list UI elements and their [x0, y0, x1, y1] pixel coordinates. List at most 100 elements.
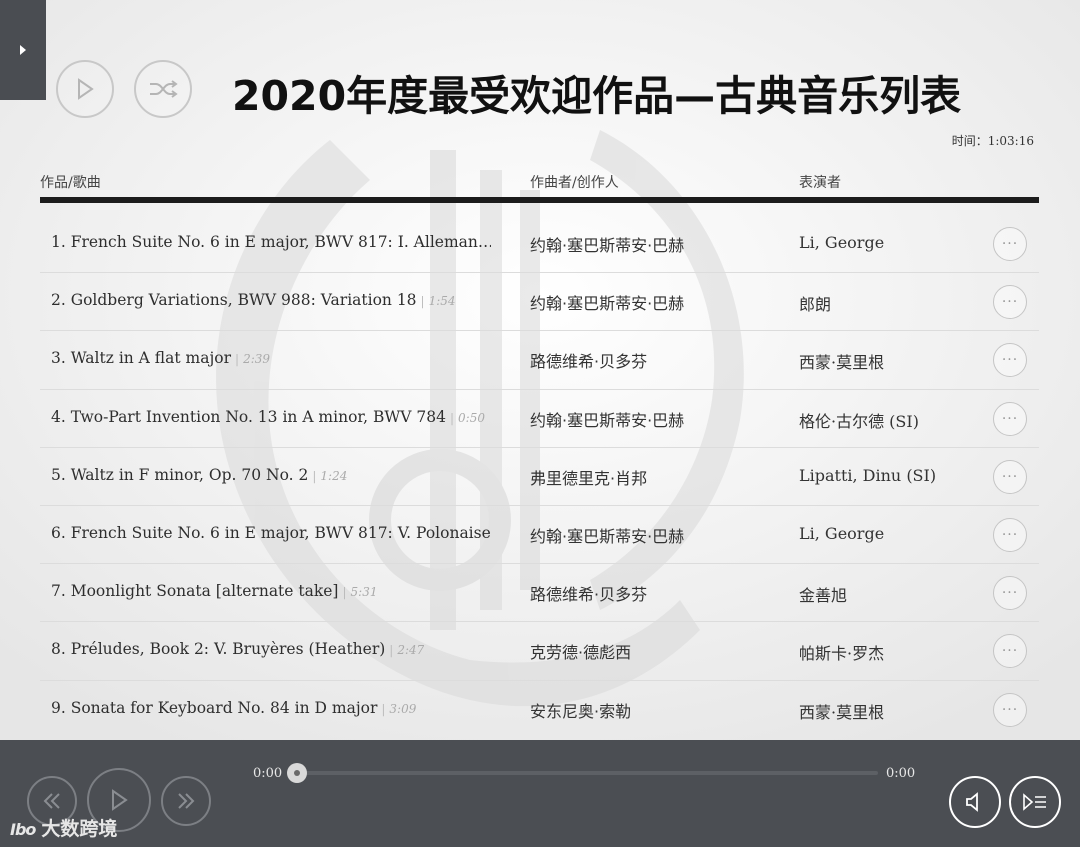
track-title-text: 1. French Suite No. 6 in E major, BWV 81…	[51, 233, 491, 251]
track-title-text: 4. Two-Part Invention No. 13 in A minor,…	[51, 407, 446, 426]
track-title: 9. Sonata for Keyboard No. 84 in D major…	[51, 699, 416, 717]
track-row[interactable]: 3. Waltz in A flat major | 2:39 路德维希·贝多芬 西…	[40, 331, 1039, 390]
track-composer: 安东尼奥·索勒	[530, 701, 632, 721]
fast-forward-icon	[178, 793, 195, 809]
separator: |	[389, 643, 394, 658]
separator: |	[235, 352, 240, 367]
ellipsis-icon: ···	[1001, 352, 1019, 369]
track-performer: 帕斯卡·罗杰	[799, 644, 885, 664]
current-time: 0:00	[253, 766, 283, 781]
track-performer: 西蒙·莫里根	[799, 702, 885, 722]
track-length: 1:24	[320, 468, 348, 483]
track-performer: Lipatti, Dinu (SI)	[799, 465, 937, 485]
track-title: 3. Waltz in A flat major | 2:39	[51, 349, 270, 367]
total-time: 0:00	[886, 766, 916, 781]
track-performer: Li, George	[799, 523, 885, 543]
more-options-button[interactable]: ···	[993, 285, 1027, 320]
track-length: 0:50	[458, 410, 485, 425]
total-duration: 时间：1:03:16	[951, 134, 1034, 148]
more-options-button[interactable]: ···	[993, 227, 1027, 261]
more-options-button[interactable]: ···	[993, 634, 1027, 669]
page-title: 2020年度最受欢迎作品—古典音乐列表	[232, 72, 962, 120]
ellipsis-icon: ···	[1001, 294, 1019, 311]
track-performer: Li, George	[799, 233, 885, 252]
volume-button[interactable]	[949, 776, 1001, 828]
next-button[interactable]	[161, 776, 211, 826]
ellipsis-icon: ···	[1001, 410, 1019, 427]
speaker-icon	[966, 792, 978, 812]
track-list: 1. French Suite No. 6 in E major, BWV 81…	[40, 215, 1039, 738]
track-length: 2:39	[243, 352, 271, 367]
track-composer: 约翰·塞巴斯蒂安·巴赫	[530, 294, 685, 314]
track-row[interactable]: 5. Waltz in F minor, Op. 70 No. 2 | 1:24 弗…	[40, 448, 1039, 506]
track-title-text: 3. Waltz in A flat major	[51, 349, 232, 368]
track-title-text: 8. Préludes, Book 2: V. Bruyères (Heathe…	[51, 640, 386, 659]
column-header-title: 作品/歌曲	[40, 175, 101, 191]
progress-knob[interactable]	[287, 763, 307, 783]
track-composer: 约翰·塞巴斯蒂安·巴赫	[530, 236, 685, 255]
play-icon	[112, 789, 128, 811]
track-composer: 路德维希·贝多芬	[530, 352, 648, 372]
more-options-button[interactable]: ···	[993, 343, 1027, 378]
track-row[interactable]: 7. Moonlight Sonata [alternate take] | 5:3…	[40, 564, 1039, 623]
play-icon	[78, 78, 94, 100]
ellipsis-icon: ···	[1001, 585, 1019, 602]
track-title: 7. Moonlight Sonata [alternate take] | 5:3…	[51, 582, 377, 600]
ellipsis-icon: ···	[1001, 643, 1019, 660]
sidebar-toggle-button[interactable]	[0, 0, 46, 100]
ellipsis-icon: ···	[1001, 236, 1019, 252]
ellipsis-icon: ···	[1001, 701, 1019, 718]
track-row[interactable]: 4. Two-Part Invention No. 13 in A minor,…	[40, 390, 1039, 448]
more-options-button[interactable]: ···	[993, 517, 1027, 552]
ellipsis-icon: ···	[1001, 526, 1019, 543]
playlist-button[interactable]	[1009, 776, 1061, 828]
track-title: 1. French Suite No. 6 in E major, BWV 81…	[51, 233, 491, 251]
playlist-icon	[1023, 793, 1046, 811]
track-title-text: 2. Goldberg Variations, BWV 988: Variati…	[51, 291, 417, 310]
more-options-button[interactable]: ···	[993, 459, 1027, 494]
track-performer: 格伦·古尔德 (SI)	[799, 411, 919, 431]
watermark: Ibo 大数跨境	[10, 814, 117, 841]
more-options-button[interactable]: ···	[993, 401, 1027, 436]
track-length: 1:54	[428, 294, 456, 309]
watermark-logo: Ibo	[10, 820, 36, 839]
play-all-button[interactable]	[56, 60, 114, 118]
track-row[interactable]: 1. French Suite No. 6 in E major, BWV 81…	[40, 215, 1039, 274]
track-row[interactable]: 2. Goldberg Variations, BWV 988: Variati…	[40, 273, 1039, 332]
track-row[interactable]: 9. Sonata for Keyboard No. 84 in D major…	[40, 681, 1039, 738]
track-performer: 郎朗	[799, 295, 832, 315]
watermark-text: 大数跨境	[41, 818, 118, 840]
track-performer: 西蒙·莫里根	[799, 353, 885, 373]
header-divider	[40, 197, 1039, 203]
track-title: 8. Préludes, Book 2: V. Bruyères (Heathe…	[51, 640, 424, 658]
more-options-button[interactable]: ···	[993, 692, 1027, 727]
track-length: 5:31	[350, 585, 378, 600]
separator: |	[381, 701, 386, 716]
track-row[interactable]: 8. Préludes, Book 2: V. Bruyères (Heathe…	[40, 622, 1039, 681]
track-length: 2:47	[397, 643, 425, 658]
rewind-icon	[43, 793, 60, 809]
separator: |	[450, 410, 455, 425]
column-header-composer: 作曲者/创作人	[530, 175, 619, 191]
player-bar: 0:00 0:00 Ibo 大数跨境	[0, 740, 1080, 847]
separator: |	[420, 294, 425, 309]
more-options-button[interactable]: ···	[993, 576, 1027, 611]
progress-track[interactable]	[298, 771, 878, 775]
track-title: 5. Waltz in F minor, Op. 70 No. 2 | 1:24	[51, 466, 347, 484]
track-title: 4. Two-Part Invention No. 13 in A minor,…	[51, 408, 485, 426]
track-title: 6. French Suite No. 6 in E major, BWV 81…	[51, 524, 491, 542]
track-title-text: 9. Sonata for Keyboard No. 84 in D major	[51, 698, 378, 717]
column-header-performer: 表演者	[799, 175, 841, 191]
ellipsis-icon: ···	[1001, 468, 1019, 485]
track-length: 3:09	[389, 701, 417, 716]
track-performer: 金善旭	[799, 586, 848, 606]
separator: |	[342, 585, 347, 600]
track-composer: 弗里德里克·肖邦	[530, 468, 648, 488]
track-row[interactable]: 6. French Suite No. 6 in E major, BWV 81…	[40, 506, 1039, 565]
separator: |	[312, 468, 317, 483]
track-title: 2. Goldberg Variations, BWV 988: Variati…	[51, 291, 456, 309]
chevron-right-icon	[20, 45, 26, 55]
track-composer: 路德维希·贝多芬	[530, 585, 648, 605]
shuffle-icon	[150, 80, 178, 98]
shuffle-button[interactable]	[134, 60, 192, 118]
